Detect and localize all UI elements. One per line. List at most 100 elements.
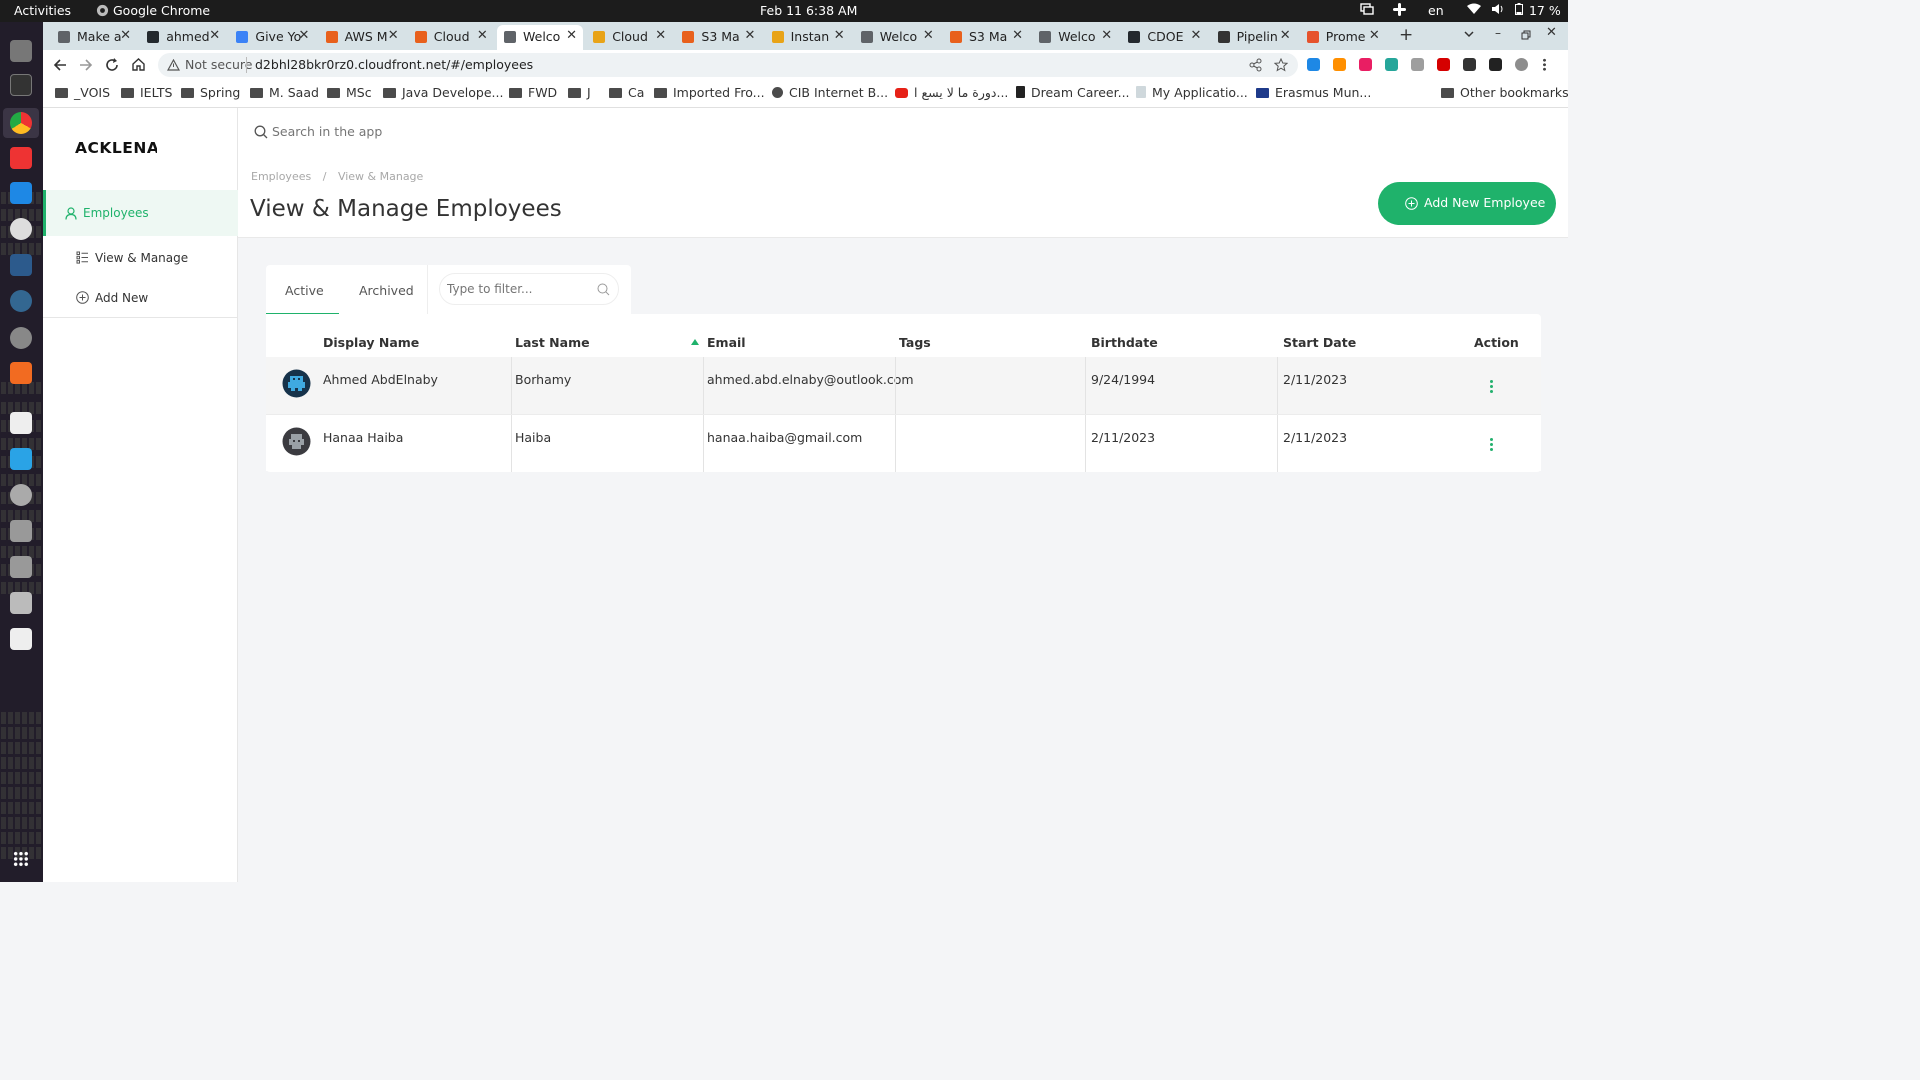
browser-tab[interactable]: Instan ✕ (765, 25, 851, 50)
color-wheel-icon[interactable] (1359, 58, 1372, 71)
bookmark-item[interactable]: IELTS (121, 85, 172, 100)
nav-employees[interactable]: Employees (43, 190, 238, 236)
filter-box[interactable] (439, 273, 619, 305)
tab-close-icon[interactable]: ✕ (1012, 28, 1023, 43)
bookmark-item[interactable]: Imported Fro... (654, 85, 765, 100)
bookmark-item[interactable]: دورة ما لا يسع ا... (895, 85, 1008, 100)
tab-close-icon[interactable]: ✕ (655, 28, 666, 43)
restore-icon[interactable] (1521, 30, 1531, 40)
show-apps-icon[interactable] (13, 851, 29, 867)
browser-tab[interactable]: Cloud ✕ (586, 25, 672, 50)
col-display-name[interactable]: Display Name (323, 335, 419, 350)
app-menu[interactable]: Google Chrome (96, 3, 210, 18)
files-app-icon[interactable] (10, 40, 32, 62)
bookmark-item[interactable]: M. Saad (250, 85, 319, 100)
sort-asc-icon[interactable] (691, 339, 699, 345)
tab-close-icon[interactable]: ✕ (477, 28, 488, 43)
tab-close-icon[interactable]: ✕ (298, 28, 309, 43)
back-arrow-icon[interactable] (53, 58, 67, 72)
nav-add-new[interactable]: Add New (43, 278, 238, 318)
close-window-icon[interactable]: ✕ (1546, 25, 1557, 40)
extensions-puzzle-icon[interactable] (1463, 58, 1476, 71)
chrome-app-icon[interactable] (10, 112, 32, 134)
search-input[interactable] (272, 121, 972, 141)
tab-close-icon[interactable]: ✕ (744, 28, 755, 43)
bookmark-item[interactable]: Dream Career... (1016, 85, 1130, 100)
tab-close-icon[interactable]: ✕ (834, 28, 845, 43)
system-tray[interactable]: 17 % (1467, 3, 1561, 18)
tab-close-icon[interactable]: ✕ (1190, 28, 1201, 43)
col-tags[interactable]: Tags (899, 335, 931, 350)
postgres-app-icon[interactable] (10, 290, 32, 312)
terminal-app-icon[interactable] (10, 74, 32, 96)
bookmark-item[interactable]: Java Develope... (383, 85, 503, 100)
browser-tab[interactable]: S3 Ma ✕ (675, 25, 761, 50)
screen-icon[interactable] (1360, 3, 1374, 19)
breadcrumb-employees[interactable]: Employees (251, 170, 311, 183)
filter-input[interactable] (447, 281, 587, 297)
tab-close-icon[interactable]: ✕ (1369, 28, 1380, 43)
bookmark-item[interactable]: MSc (327, 85, 372, 100)
bookmark-item[interactable]: J (568, 85, 591, 100)
vscode-app-icon[interactable] (10, 182, 32, 204)
bookmark-item[interactable]: Erasmus Mun... (1256, 85, 1371, 100)
remote-desktop-app-icon[interactable] (10, 448, 32, 470)
table-row[interactable]: Ahmed AbdElnaby Borhamy ahmed.abd.elnaby… (266, 357, 1541, 414)
minimize-icon[interactable]: – (1495, 26, 1501, 40)
browser-tab[interactable]: Cloud ✕ (408, 25, 494, 50)
browser-tab[interactable]: Welco ✕ (854, 25, 940, 50)
bookmark-star-icon[interactable] (1274, 58, 1288, 72)
app-logo[interactable]: ACKLENAV (75, 139, 157, 157)
bookmark-item[interactable]: FWD (509, 85, 557, 100)
forward-arrow-icon[interactable] (79, 58, 93, 72)
trash-icon[interactable] (10, 628, 32, 650)
clock[interactable]: Feb 11 6:38 AM (760, 3, 857, 18)
tab-search-chevron-icon[interactable] (1464, 31, 1474, 38)
bookmark-item[interactable]: My Applicatio... (1136, 85, 1248, 100)
settings-app-icon[interactable] (10, 327, 32, 349)
reload-icon[interactable] (105, 58, 119, 72)
drive-icon[interactable] (10, 592, 32, 614)
tab-close-icon[interactable]: ✕ (1101, 28, 1112, 43)
row-actions-kebab-icon[interactable] (1490, 380, 1493, 394)
slack-tray-icon[interactable] (1393, 3, 1406, 19)
browser-tab[interactable]: Give Yo ✕ (229, 25, 315, 50)
add-new-employee-button[interactable]: Add New Employee (1378, 182, 1556, 225)
text-editor-app-icon[interactable] (10, 412, 32, 434)
col-email[interactable]: Email (707, 335, 746, 350)
col-last-name[interactable]: Last Name (515, 335, 590, 350)
browser-tab[interactable]: ahmed ✕ (140, 25, 226, 50)
tab-close-icon[interactable]: ✕ (566, 28, 577, 43)
address-bar[interactable]: Not secure d2bhl28bkr0rz0.cloudfront.net… (158, 53, 1298, 77)
coupon-extension-icon[interactable] (1333, 58, 1346, 71)
bookmark-item[interactable]: CIB Internet B... (772, 85, 888, 100)
slack-app-icon[interactable] (10, 218, 32, 240)
row-actions-kebab-icon[interactable] (1490, 438, 1493, 452)
ssd-drive-icon[interactable] (10, 520, 32, 542)
activities-button[interactable]: Activities (14, 3, 71, 18)
screen-cast-icon[interactable] (1307, 58, 1320, 71)
browser-tab[interactable]: AWS M ✕ (319, 25, 405, 50)
app-search[interactable] (238, 108, 1258, 154)
browser-tab[interactable]: Pipelin ✕ (1211, 25, 1297, 50)
tab-archived[interactable]: Archived (339, 265, 427, 315)
browser-tab[interactable]: Prome ✕ (1300, 25, 1386, 50)
tab-close-icon[interactable]: ✕ (120, 28, 131, 43)
chrome-menu-icon[interactable] (1543, 58, 1546, 71)
tab-close-icon[interactable]: ✕ (1280, 28, 1291, 43)
url-text[interactable]: d2bhl28bkr0rz0.cloudfront.net/#/employee… (255, 57, 533, 72)
software-center-app-icon[interactable] (10, 362, 32, 384)
tab-active[interactable]: Active (266, 265, 339, 315)
mysql-workbench-app-icon[interactable] (10, 254, 32, 276)
browser-tab[interactable]: S3 Ma ✕ (943, 25, 1029, 50)
nav-view-manage[interactable]: View & Manage (43, 236, 238, 278)
adblock-icon[interactable] (1437, 58, 1450, 71)
bookmark-item[interactable]: Spring (181, 85, 240, 100)
browser-tab[interactable]: Make a ✕ (51, 25, 137, 50)
language-indicator[interactable]: en (1428, 3, 1444, 18)
table-row[interactable]: Hanaa Haiba Haiba hanaa.haiba@gmail.com … (266, 414, 1541, 472)
tab-close-icon[interactable]: ✕ (209, 28, 220, 43)
side-panel-icon[interactable] (1489, 58, 1502, 71)
browser-tab[interactable]: Welco ✕ (1032, 25, 1118, 50)
browser-tab[interactable]: CDOE ✕ (1121, 25, 1207, 50)
